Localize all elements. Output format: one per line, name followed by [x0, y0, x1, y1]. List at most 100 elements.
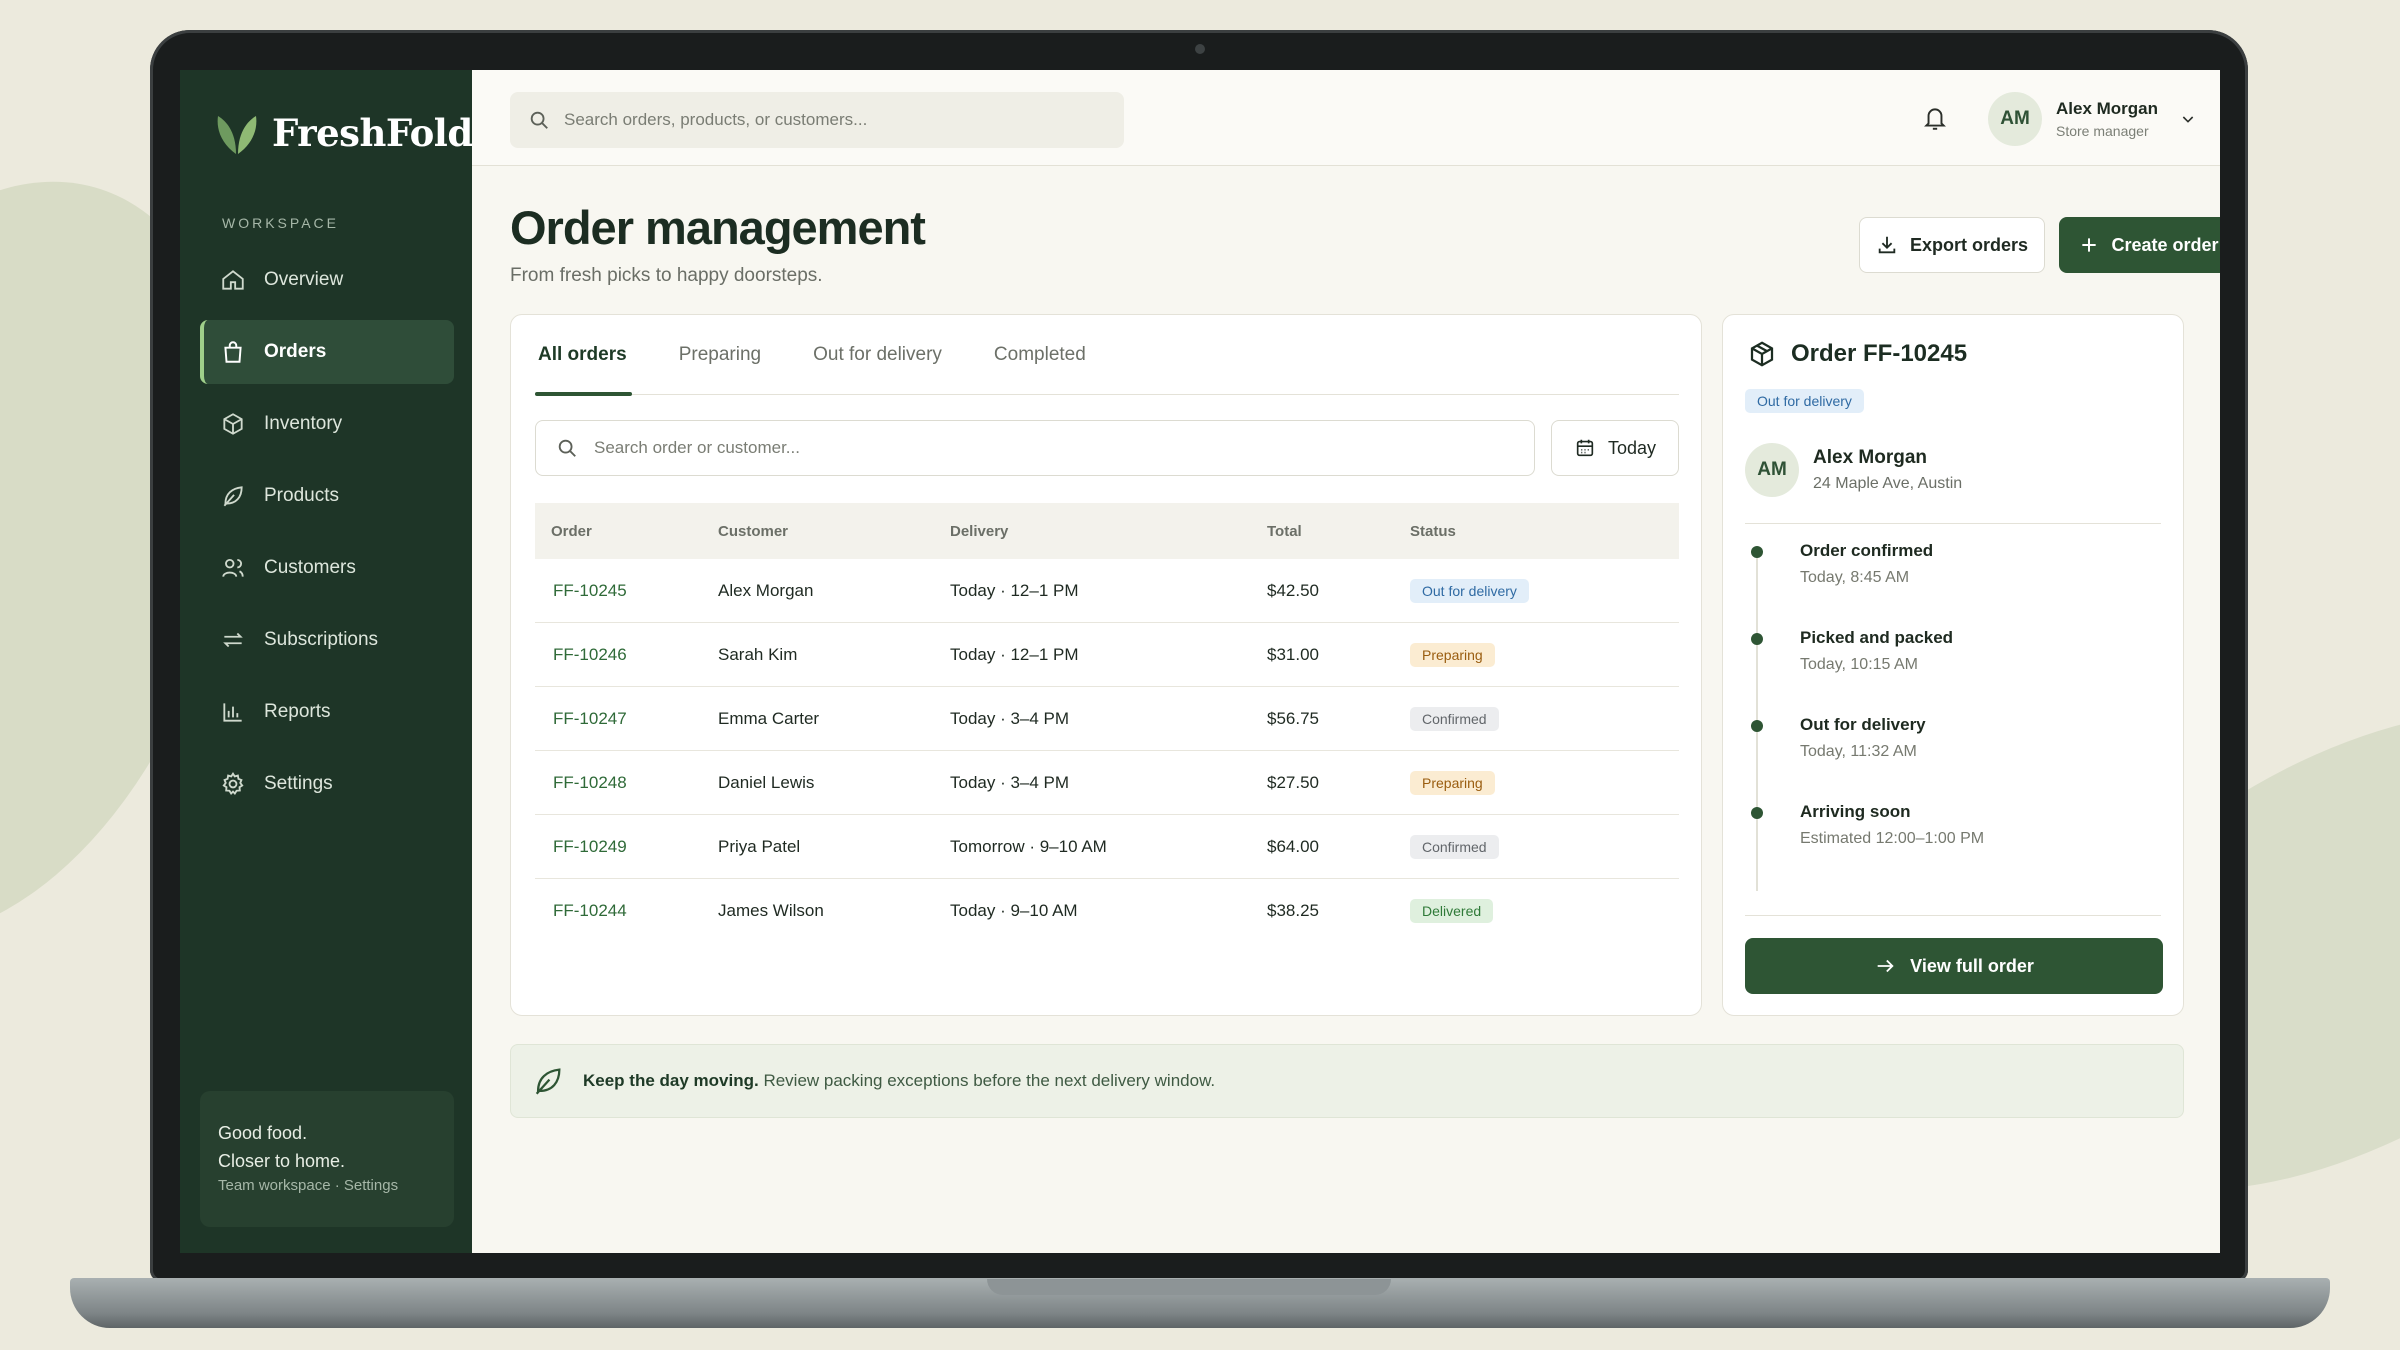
view-full-order-button[interactable]: View full order [1745, 938, 2163, 994]
table-row[interactable]: FF-10246 Sarah Kim Today · 12–1 PM $31.0… [535, 623, 1679, 687]
sidebar-item-orders[interactable]: Orders [200, 320, 454, 384]
column-header-delivery[interactable]: Delivery [950, 523, 1267, 540]
sidebar-item-products[interactable]: Products [200, 464, 454, 528]
orders-table: Order Customer Delivery Total Status FF-… [535, 503, 1679, 943]
sidebar-item-settings[interactable]: Settings [200, 752, 454, 816]
leaf-logo-icon [217, 116, 257, 154]
date-filter-button[interactable]: Today [1551, 420, 1679, 476]
customer-name: Alex Morgan [718, 580, 814, 600]
app-screen: FreshFold WORKSPACE Overview Orders Inve… [180, 70, 2220, 1253]
create-order-button[interactable]: Create order [2059, 217, 2220, 273]
global-search-input[interactable]: Search orders, products, or customers... [510, 92, 1124, 148]
tab-all-orders[interactable]: All orders [535, 315, 632, 396]
status-badge: Preparing [1410, 770, 1495, 795]
sidebar-item-inventory[interactable]: Inventory [200, 392, 454, 456]
order-total: $31.00 [1267, 644, 1319, 664]
order-detail-customer: AM Alex Morgan 24 Maple Ave, Austin [1745, 443, 1962, 497]
sidebar-item-customers[interactable]: Customers [200, 536, 454, 600]
avatar: AM [1988, 92, 2042, 146]
order-id-link[interactable]: FF-10245 [535, 581, 718, 601]
workspace-label: WORKSPACE [222, 215, 339, 231]
delivery-window: Today · 12–1 PM [950, 580, 1079, 600]
timeline-step-title: Arriving soon [1800, 802, 1911, 821]
divider [1745, 915, 2161, 916]
home-icon [222, 270, 244, 290]
sidebar-item-label: Customers [264, 557, 356, 578]
calendar-icon [1576, 439, 1594, 457]
leaf-icon [535, 1068, 561, 1095]
footer-tagline-1: Good food. [218, 1123, 308, 1143]
order-detail-title: Order FF-10245 [1791, 340, 1968, 367]
bell-icon [1924, 108, 1946, 130]
page-subtitle: From fresh picks to happy doorsteps. [510, 265, 823, 286]
export-orders-button[interactable]: Export orders [1859, 217, 2045, 273]
app-logo[interactable]: FreshFold [212, 108, 473, 158]
timeline-dot [1751, 546, 1763, 558]
customer-name: Daniel Lewis [718, 772, 815, 792]
app-name: FreshFold [272, 111, 473, 155]
user-menu[interactable]: AM Alex Morgan Store manager [1988, 92, 2196, 146]
sidebar-item-label: Inventory [264, 413, 343, 434]
order-total: $42.50 [1267, 580, 1319, 600]
table-row[interactable]: FF-10249 Priya Patel Tomorrow · 9–10 AM … [535, 815, 1679, 879]
sidebar-item-subscriptions[interactable]: Subscriptions [200, 608, 454, 672]
tab-out-for-delivery[interactable]: Out for delivery [810, 315, 945, 395]
order-tabs: All orders Preparing Out for delivery Co… [535, 315, 1679, 396]
order-detail-card: Order FF-10245 Out for delivery AM Alex … [1722, 314, 2184, 1016]
order-search-input[interactable]: Search order or customer... [535, 420, 1535, 476]
user-name: Alex Morgan [2056, 99, 2159, 118]
tab-preparing[interactable]: Preparing [676, 315, 764, 395]
customer-name: Sarah Kim [718, 644, 798, 664]
sidebar-nav: Overview Orders Inventory Products Custo… [200, 248, 454, 824]
column-header-total[interactable]: Total [1267, 523, 1410, 540]
order-id-link[interactable]: FF-10249 [535, 837, 718, 857]
tip-heading: Keep the day moving. [583, 1071, 759, 1090]
repeat-icon [223, 632, 243, 648]
order-total: $27.50 [1267, 772, 1319, 792]
customer-name: Alex Morgan [1813, 447, 1928, 468]
order-search-placeholder: Search order or customer... [594, 438, 800, 457]
date-filter-label: Today [1607, 437, 1657, 458]
table-row[interactable]: FF-10245 Alex Morgan Today · 12–1 PM $42… [535, 559, 1679, 623]
laptop-camera [1195, 44, 1205, 54]
column-header-customer[interactable]: Customer [718, 523, 950, 540]
order-id-link[interactable]: FF-10248 [535, 773, 718, 793]
column-header-status[interactable]: Status [1410, 523, 1679, 540]
timeline-step: Arriving soon Estimated 12:00–1:00 PM [1745, 802, 2163, 889]
footer-workspace-link[interactable]: Team workspace · Settings [218, 1177, 436, 1194]
timeline-step: Out for delivery Today, 11:32 AM [1745, 715, 2163, 802]
bar-chart-icon [223, 703, 242, 722]
order-id-link[interactable]: FF-10244 [535, 901, 718, 921]
box-icon [223, 413, 243, 435]
laptop-base-notch [987, 1279, 1391, 1295]
timeline-step-title: Order confirmed [1800, 541, 1934, 560]
gear-icon [222, 772, 244, 796]
status-badge: Preparing [1410, 642, 1495, 667]
timeline-step-title: Picked and packed [1800, 628, 1954, 647]
table-row[interactable]: FF-10244 James Wilson Today · 9–10 AM $3… [535, 879, 1679, 943]
page-title: Order management [510, 201, 926, 254]
order-detail-status-badge: Out for delivery [1745, 389, 1864, 413]
customer-name: Emma Carter [718, 708, 820, 728]
table-row[interactable]: FF-10248 Daniel Lewis Today · 3–4 PM $27… [535, 751, 1679, 815]
plus-icon [2082, 238, 2097, 252]
footer-tagline-2: Closer to home. [218, 1151, 346, 1171]
sidebar-item-overview[interactable]: Overview [200, 248, 454, 312]
order-id-link[interactable]: FF-10247 [535, 709, 718, 729]
customer-address: 24 Maple Ave, Austin [1813, 475, 1963, 492]
notifications-button[interactable] [1922, 104, 1948, 137]
table-row[interactable]: FF-10247 Emma Carter Today · 3–4 PM $56.… [535, 687, 1679, 751]
customer-avatar: AM [1745, 443, 1799, 497]
search-icon [530, 111, 548, 129]
arrow-right-icon [1877, 959, 1894, 973]
column-header-order[interactable]: Order [535, 523, 718, 540]
delivery-window: Today · 3–4 PM [950, 708, 1070, 728]
order-id-link[interactable]: FF-10246 [535, 645, 718, 665]
tab-completed[interactable]: Completed [991, 315, 1089, 395]
global-search-placeholder: Search orders, products, or customers... [564, 110, 868, 129]
delivery-window: Today · 3–4 PM [950, 772, 1070, 792]
sidebar: FreshFold WORKSPACE Overview Orders Inve… [180, 70, 473, 1253]
shopping-bag-icon [224, 341, 242, 363]
sidebar-item-reports[interactable]: Reports [200, 680, 454, 744]
tip-text: Review packing exceptions before the nex… [763, 1071, 1216, 1090]
